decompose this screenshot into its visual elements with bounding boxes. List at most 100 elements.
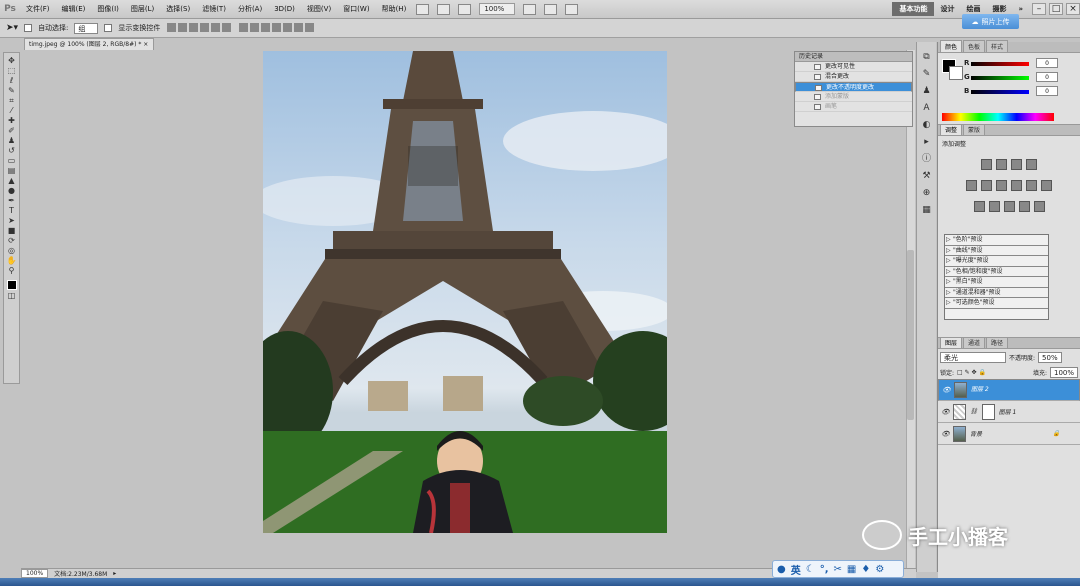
eye-icon[interactable]: 👁 <box>941 408 950 416</box>
status-zoom-field[interactable]: 100% <box>21 569 49 578</box>
menu-layer[interactable]: 图层(L) <box>125 4 160 14</box>
skin-icon[interactable]: ♦ <box>861 564 870 575</box>
tab-styles[interactable]: 样式 <box>986 40 1009 52</box>
scrollbar-thumb[interactable] <box>907 250 914 420</box>
ime-language[interactable]: 英 <box>791 562 801 577</box>
preset-black-white[interactable]: "黑白"预设 <box>945 277 1048 288</box>
layer-row[interactable]: 👁 ⛓ 图层 1 <box>938 401 1080 423</box>
threshold-icon[interactable] <box>1003 201 1015 212</box>
gradient-map-icon[interactable] <box>1018 201 1030 212</box>
ime-logo-icon[interactable]: ● <box>777 564 786 575</box>
curves-icon[interactable] <box>1011 159 1022 170</box>
foreground-color-swatch[interactable] <box>6 280 17 290</box>
eye-icon[interactable]: 👁 <box>942 386 951 394</box>
menu-select[interactable]: 选择(S) <box>160 4 196 14</box>
menu-analysis[interactable]: 分析(A) <box>232 4 268 14</box>
maximize-button[interactable]: □ <box>1049 3 1063 15</box>
opacity-field[interactable]: 50% <box>1038 352 1062 363</box>
photo-filter-icon[interactable] <box>1026 180 1037 191</box>
exposure-icon[interactable] <box>1026 159 1037 170</box>
channel-mixer-icon[interactable] <box>1041 180 1052 191</box>
distribute-icons[interactable] <box>238 22 315 34</box>
invert-icon[interactable] <box>973 201 985 212</box>
layer-name[interactable]: 图层 1 <box>999 407 1017 416</box>
tab-swatches[interactable]: 色板 <box>963 40 986 52</box>
history-step[interactable]: 混合更改 <box>795 72 912 82</box>
healing-brush-icon[interactable]: ✚ <box>6 116 17 125</box>
show-transform-checkbox[interactable] <box>104 24 113 32</box>
histogram-icon[interactable]: ▦ <box>921 205 932 216</box>
menu-filter[interactable]: 滤镜(T) <box>196 4 232 14</box>
eraser-tool-icon[interactable]: ▭ <box>6 156 17 165</box>
menu-view[interactable]: 视图(V) <box>301 4 337 14</box>
menu-help[interactable]: 帮助(H) <box>376 4 413 14</box>
preset-exposure[interactable]: "曝光度"预设 <box>945 256 1048 267</box>
fill-field[interactable]: 100% <box>1049 367 1078 378</box>
close-tab-icon[interactable]: × <box>143 41 148 48</box>
document-tab[interactable]: timg.jpeg @ 100% (图层 2, RGB/8#) * × <box>24 38 154 50</box>
lasso-tool-icon[interactable]: ℓ <box>6 76 17 85</box>
layer-name[interactable]: 背景 <box>970 429 982 438</box>
document-canvas-image[interactable] <box>263 51 667 533</box>
actions-panel-icon[interactable]: ▸ <box>921 137 932 148</box>
character-panel-icon[interactable]: A <box>921 103 932 114</box>
history-step[interactable]: 更改可见性 <box>795 62 912 72</box>
tool-presets-icon[interactable]: ⚒ <box>921 171 932 182</box>
brush-panel-icon[interactable]: ✎ <box>921 69 932 80</box>
status-arrow-icon[interactable]: ▸ <box>113 570 116 577</box>
preset-channel-mixer[interactable]: "通道混和器"预设 <box>945 288 1048 298</box>
preset-hue-saturation[interactable]: "色相/饱和度"预设 <box>945 267 1048 277</box>
move-tool-icon[interactable]: ➤▾ <box>6 23 18 33</box>
quick-select-tool-icon[interactable]: ✎ <box>6 86 17 95</box>
blur-tool-icon[interactable]: ▲ <box>6 176 17 185</box>
navigator-icon[interactable]: ⊕ <box>921 188 932 199</box>
brush-tool-icon[interactable]: ✐ <box>6 126 17 135</box>
tab-color[interactable]: 颜色 <box>940 40 963 52</box>
eyedropper-tool-icon[interactable]: ⁄ <box>6 106 17 115</box>
3d-rotate-icon[interactable]: ⟳ <box>6 236 17 245</box>
workspace-photography[interactable]: 摄影 <box>986 4 1012 14</box>
workspace-design[interactable]: 设计 <box>934 4 960 14</box>
photo-upload-button[interactable]: ☁ 照片上传 <box>962 14 1019 29</box>
blend-mode-select[interactable]: 柔光 <box>940 352 1006 363</box>
bridge-icon[interactable] <box>416 3 430 15</box>
settings-icon[interactable]: ⚙ <box>875 564 884 575</box>
3d-orbit-icon[interactable]: ◎ <box>6 246 17 255</box>
zoom-level-select[interactable]: 100% <box>479 3 516 15</box>
menu-3d[interactable]: 3D(D) <box>268 5 301 13</box>
color-balance-icon[interactable] <box>996 180 1007 191</box>
brightness-icon[interactable] <box>981 159 992 170</box>
quick-mask-icon[interactable]: ◫ <box>6 291 17 300</box>
menu-edit[interactable]: 编辑(E) <box>56 4 92 14</box>
r-value-field[interactable]: 0 <box>1036 58 1058 68</box>
history-step[interactable]: 添加蒙版 <box>795 92 912 102</box>
punctuation-icon[interactable]: °, <box>820 564 829 575</box>
r-slider[interactable] <box>971 62 1029 66</box>
info-panel-icon[interactable]: ⓘ <box>921 154 932 165</box>
type-tool-icon[interactable]: T <box>6 206 17 215</box>
3d-panel-icon[interactable]: ◐ <box>921 120 932 131</box>
hue-saturation-icon[interactable] <box>981 180 992 191</box>
mini-bridge-icon[interactable] <box>437 3 451 15</box>
history-brush-icon[interactable]: ↺ <box>6 146 17 155</box>
layer-mask-thumbnail[interactable] <box>981 403 995 420</box>
workspace-essentials[interactable]: 基本功能 <box>892 2 935 16</box>
history-step-selected[interactable]: 更改不透明度更改 <box>795 82 912 92</box>
menu-file[interactable]: 文件(F) <box>20 4 56 14</box>
zoom-tool-icon[interactable]: ⚲ <box>6 266 17 275</box>
g-slider[interactable] <box>971 76 1029 80</box>
minimize-button[interactable]: – <box>1032 3 1046 15</box>
layer-name[interactable]: 图层 2 <box>971 385 989 395</box>
history-step[interactable]: 画笔 <box>795 102 912 112</box>
workspace-painting[interactable]: 绘画 <box>960 4 986 14</box>
crop-tool-icon[interactable]: ⌗ <box>6 96 17 105</box>
g-value-field[interactable]: 0 <box>1036 72 1058 82</box>
clone-source-icon[interactable]: ♟ <box>921 86 932 97</box>
preset-curves[interactable]: "曲线"预设 <box>945 246 1048 256</box>
clone-stamp-icon[interactable]: ♟ <box>6 136 17 145</box>
dodge-tool-icon[interactable]: ● <box>6 186 17 195</box>
layer-row[interactable]: 👁 背景 🔒 <box>938 423 1080 445</box>
gradient-tool-icon[interactable]: ▤ <box>6 166 17 175</box>
menu-image[interactable]: 图像(I) <box>91 4 125 14</box>
preset-levels[interactable]: "色阶"预设 <box>945 235 1048 246</box>
